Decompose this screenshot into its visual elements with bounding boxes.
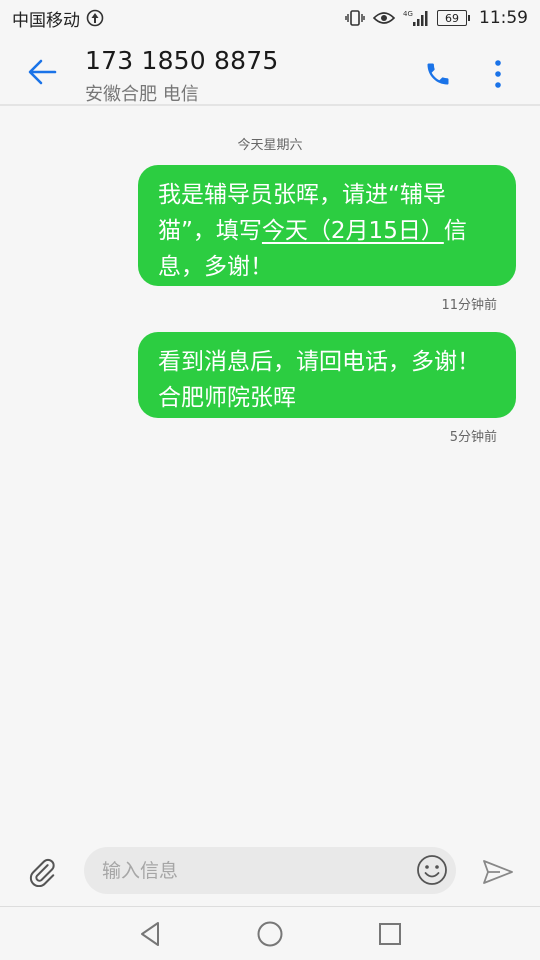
contact-location: 安徽合肥 电信 (85, 84, 199, 105)
back-arrow-icon (28, 59, 57, 85)
signal-icon: 4G (403, 9, 429, 27)
nav-back-icon (141, 922, 159, 946)
phone-icon (427, 63, 449, 85)
conversation-header: 173 1850 8875 安徽合肥 电信 (0, 36, 540, 106)
data-saver-icon (86, 9, 104, 27)
nav-back-button[interactable] (135, 919, 165, 949)
message-text: 看到消息后，请回电话，多谢！合肥师院张晖 (158, 349, 480, 411)
message-bubble[interactable]: 我是辅导员张晖，请进“辅导猫”，填写今天（2月15日）信息，多谢！ (138, 165, 516, 286)
nav-home-button[interactable] (255, 919, 285, 949)
status-time: 11:59 (479, 8, 528, 28)
status-left: 中国移动 (12, 6, 104, 31)
more-options-button[interactable] (480, 54, 516, 94)
battery-level: 69 (445, 11, 459, 25)
battery-icon: 69 (437, 10, 470, 26)
attach-button[interactable] (20, 852, 64, 892)
call-button[interactable] (418, 54, 458, 94)
status-bar: 中国移动 4G 69 11:59 (0, 0, 540, 36)
more-vert-icon (495, 60, 501, 88)
network-type-label: 4G (403, 10, 413, 18)
eye-comfort-icon (373, 10, 395, 26)
compose-bar (0, 840, 540, 906)
carrier-name: 中国移动 (12, 10, 80, 31)
status-right: 4G 69 11:59 (345, 8, 528, 28)
paperclip-icon (29, 858, 55, 887)
nav-recents-button[interactable] (375, 919, 405, 949)
emoji-button[interactable] (414, 852, 450, 888)
nav-home-icon (257, 921, 283, 947)
back-button[interactable] (20, 52, 64, 92)
message-bubble[interactable]: 看到消息后，请回电话，多谢！合肥师院张晖 (138, 332, 516, 418)
emoji-icon (417, 855, 447, 885)
system-nav-bar (0, 906, 540, 960)
contact-number: 173 1850 8875 (85, 46, 279, 75)
nav-recents-icon (379, 923, 401, 945)
message-timestamp: 5分钟前 (449, 430, 497, 445)
message-timestamp: 11分钟前 (441, 298, 497, 313)
send-icon (483, 860, 513, 884)
vibrate-icon (345, 9, 365, 27)
send-button[interactable] (478, 852, 518, 892)
message-input[interactable] (84, 847, 456, 894)
date-separator: 今天星期六 (237, 138, 303, 153)
date-link[interactable]: 今天（2月15日） (262, 218, 444, 244)
